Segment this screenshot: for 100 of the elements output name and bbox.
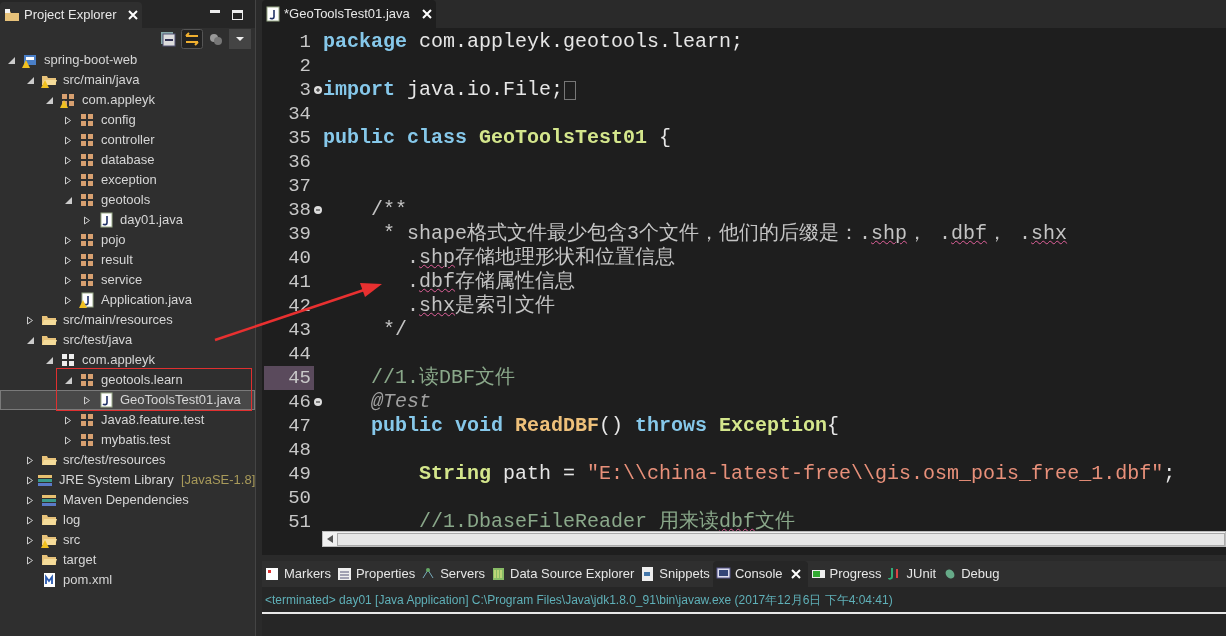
scroll-left-icon[interactable]	[327, 535, 333, 543]
link-editor-icon[interactable]	[181, 29, 203, 49]
tree-item[interactable]: target	[0, 550, 255, 570]
code-line: String path = "E:\\china-latest-free\\gis.osm_pois_free_1.dbf";	[418, 461, 1176, 487]
collapse-fold-icon[interactable]	[314, 206, 322, 214]
expanded-icon[interactable]	[7, 55, 15, 65]
package-icon	[79, 112, 95, 128]
tree-item[interactable]: src/main/resources	[0, 310, 255, 330]
close-icon[interactable]	[128, 10, 138, 20]
view-tab[interactable]: Servers	[418, 561, 488, 587]
close-icon[interactable]	[790, 569, 801, 579]
tree-item[interactable]: log	[0, 510, 255, 530]
xml-file-icon	[41, 572, 57, 588]
tree-item[interactable]: src/main/java	[0, 70, 255, 90]
view-tab[interactable]: Progress	[807, 561, 885, 587]
line-number: 36	[288, 150, 312, 174]
package-icon	[79, 272, 95, 288]
line-number: 43	[288, 318, 312, 342]
expanded-icon[interactable]	[26, 75, 34, 85]
collapsed-icon[interactable]	[64, 435, 72, 445]
collapsed-icon[interactable]	[83, 215, 91, 225]
collapsed-icon[interactable]	[26, 455, 34, 465]
tree-item[interactable]: mybatis.test	[0, 430, 255, 450]
expanded-icon[interactable]	[64, 375, 72, 385]
tree-item[interactable]: src/test/resources	[0, 450, 255, 470]
view-tab[interactable]: Snippets	[637, 561, 713, 587]
collapsed-icon[interactable]	[64, 275, 72, 285]
tree-item[interactable]: pojo	[0, 230, 255, 250]
tree-item[interactable]: src	[0, 530, 255, 550]
collapsed-icon[interactable]	[26, 555, 34, 565]
tree-item[interactable]: pom.xml	[0, 570, 255, 590]
package-icon	[79, 432, 95, 448]
collapsed-icon[interactable]	[64, 155, 72, 165]
tree-item[interactable]: GeoToolsTest01.java	[0, 390, 255, 410]
console-output: <terminated> day01 [Java Application] C:\Program Files\Java\jdk1.8.0_91\bin\javaw.exe (2017年12月6日 下午4:04:41)	[262, 587, 1226, 614]
tree-item[interactable]: Java8.feature.test	[0, 410, 255, 430]
view-tab[interactable]: Properties	[333, 561, 419, 587]
tree-item[interactable]: service	[0, 270, 255, 290]
collapsed-icon[interactable]	[26, 495, 34, 505]
markers-icon	[265, 566, 280, 582]
panel-tab[interactable]: Project Explorer	[0, 2, 142, 28]
collapsed-icon[interactable]	[64, 115, 72, 125]
collapsed-icon[interactable]	[64, 135, 72, 145]
collapsed-icon[interactable]	[64, 255, 72, 265]
view-tab[interactable]: JUnit	[884, 561, 940, 587]
collapsed-icon[interactable]	[26, 535, 34, 545]
view-tab[interactable]: Markers	[262, 561, 334, 587]
tree-item[interactable]: src/test/java	[0, 330, 255, 350]
package-icon	[79, 412, 95, 428]
line-number: 46	[288, 390, 312, 414]
tree-item[interactable]: config	[0, 110, 255, 130]
maximize-icon[interactable]	[232, 10, 243, 20]
line-number: 45	[264, 366, 314, 390]
java-file-icon	[266, 6, 280, 22]
editor-tab[interactable]: *GeoToolsTest01.java	[262, 0, 436, 28]
collapsed-icon[interactable]	[26, 475, 34, 485]
view-tab[interactable]: Debug	[939, 561, 1003, 587]
tree-item[interactable]: com.appleyk	[0, 90, 255, 110]
expanded-icon[interactable]	[45, 355, 53, 365]
tree-item[interactable]: exception	[0, 170, 255, 190]
folder-icon	[41, 532, 57, 548]
tree-item[interactable]: JRE System Library [JavaSE-1.8]	[0, 470, 255, 490]
view-menu-button[interactable]	[229, 29, 251, 49]
folder-icon	[4, 8, 20, 22]
collapsed-icon[interactable]	[26, 515, 34, 525]
package-icon	[79, 192, 95, 208]
close-icon[interactable]	[421, 9, 432, 19]
caret-icon	[236, 37, 244, 41]
package-icon	[79, 132, 95, 148]
expanded-icon[interactable]	[45, 95, 53, 105]
tree-item[interactable]: Maven Dependencies	[0, 490, 255, 510]
properties-icon	[336, 566, 352, 582]
package-icon	[60, 352, 76, 368]
tree-item[interactable]: database	[0, 150, 255, 170]
expand-fold-icon[interactable]	[314, 86, 322, 94]
tree-item[interactable]: com.appleyk	[0, 350, 255, 370]
expanded-icon[interactable]	[26, 335, 34, 345]
tree-item[interactable]: geotools	[0, 190, 255, 210]
view-tab[interactable]: Console	[712, 561, 808, 587]
code-line: .shp存储地理形状和位置信息	[406, 245, 676, 270]
collapsed-icon[interactable]	[64, 415, 72, 425]
tree-item[interactable]: Application.java	[0, 290, 255, 310]
line-number: 1	[299, 30, 312, 54]
collapsed-icon[interactable]	[64, 295, 72, 305]
java-file-icon	[79, 292, 95, 308]
minimize-icon[interactable]	[210, 10, 220, 14]
line-number: 50	[288, 486, 312, 510]
collapsed-icon[interactable]	[64, 235, 72, 245]
tree-item[interactable]: controller	[0, 130, 255, 150]
view-tab[interactable]: Data Source Explorer	[488, 561, 638, 587]
collapsed-icon[interactable]	[64, 175, 72, 185]
expanded-icon[interactable]	[64, 195, 72, 205]
collapse-all-icon[interactable]	[159, 30, 177, 48]
tree-item[interactable]: geotools.learn	[0, 370, 255, 390]
tree-item[interactable]: spring-boot-web	[0, 50, 255, 70]
collapsed-icon[interactable]	[83, 395, 91, 405]
collapsed-icon[interactable]	[26, 315, 34, 325]
tree-item[interactable]: result	[0, 250, 255, 270]
tree-item[interactable]: day01.java	[0, 210, 255, 230]
collapse-fold-icon[interactable]	[314, 398, 322, 406]
